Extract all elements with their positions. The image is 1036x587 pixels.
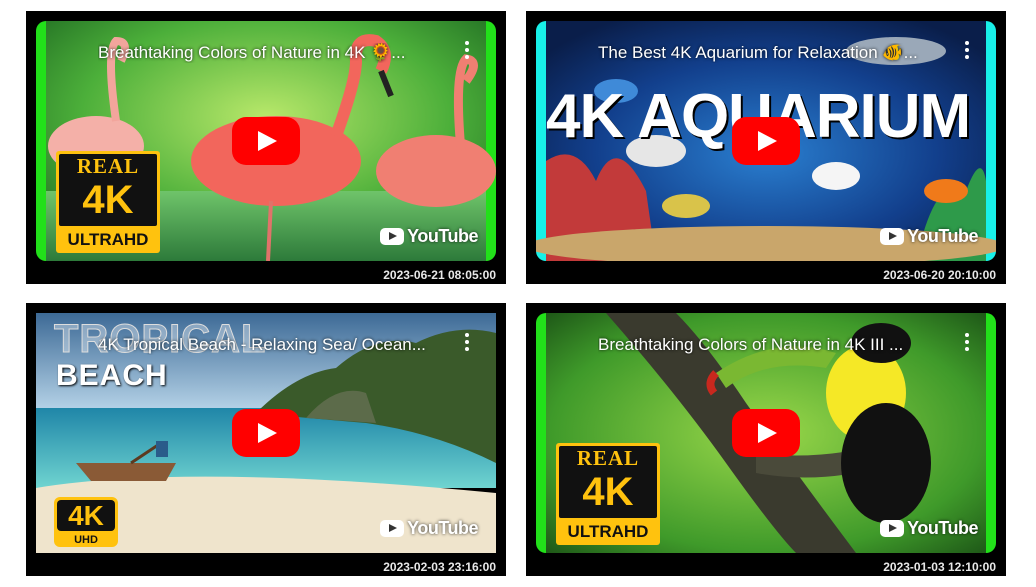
play-button-icon[interactable]	[732, 117, 800, 165]
video-timestamp: 2023-06-20 20:10:00	[883, 268, 996, 282]
video-card[interactable]: TROPICAL BEACH 4K Tropical Beach - Relax…	[26, 303, 506, 576]
video-thumbnail[interactable]: TROPICAL BEACH 4K Tropical Beach - Relax…	[36, 313, 496, 553]
video-card[interactable]: Breathtaking Colors of Nature in 4K 🌻...…	[26, 11, 506, 284]
more-vert-icon[interactable]	[964, 41, 970, 63]
video-title[interactable]: The Best 4K Aquarium for Relaxation 🐠...	[598, 43, 928, 63]
play-button-icon[interactable]	[732, 409, 800, 457]
youtube-logo-icon[interactable]: YouTube	[380, 518, 478, 539]
youtube-logo-icon[interactable]: YouTube	[880, 518, 978, 539]
video-timestamp: 2023-01-03 12:10:00	[883, 560, 996, 574]
video-card[interactable]: 4K AQUARIUM The Best 4K Aquarium for Rel…	[526, 11, 1006, 284]
video-card[interactable]: Breathtaking Colors of Nature in 4K III …	[526, 303, 1006, 576]
youtube-logo-icon[interactable]: YouTube	[380, 226, 478, 247]
4k-uhd-badge: 4K UHD	[54, 497, 118, 547]
video-timestamp: 2023-02-03 23:16:00	[383, 560, 496, 574]
video-title[interactable]: 4K Tropical Beach - Relaxing Sea/ Ocean.…	[98, 335, 428, 355]
more-vert-icon[interactable]	[464, 41, 470, 63]
video-title[interactable]: Breathtaking Colors of Nature in 4K 🌻...	[98, 43, 428, 63]
video-thumbnail[interactable]: Breathtaking Colors of Nature in 4K III …	[536, 313, 996, 553]
youtube-logo-icon[interactable]: YouTube	[880, 226, 978, 247]
more-vert-icon[interactable]	[964, 333, 970, 355]
real-4k-badge: REAL 4K ULTRAHD	[56, 151, 160, 253]
play-button-icon[interactable]	[232, 117, 300, 165]
play-button-icon[interactable]	[232, 409, 300, 457]
real-4k-badge: REAL 4K ULTRAHD	[556, 443, 660, 545]
video-title[interactable]: Breathtaking Colors of Nature in 4K III …	[598, 335, 928, 355]
video-thumbnail[interactable]: Breathtaking Colors of Nature in 4K 🌻...…	[36, 21, 496, 261]
more-vert-icon[interactable]	[464, 333, 470, 355]
overlay-text: BEACH	[56, 359, 168, 392]
video-timestamp: 2023-06-21 08:05:00	[383, 268, 496, 282]
video-thumbnail[interactable]: 4K AQUARIUM The Best 4K Aquarium for Rel…	[536, 21, 996, 261]
